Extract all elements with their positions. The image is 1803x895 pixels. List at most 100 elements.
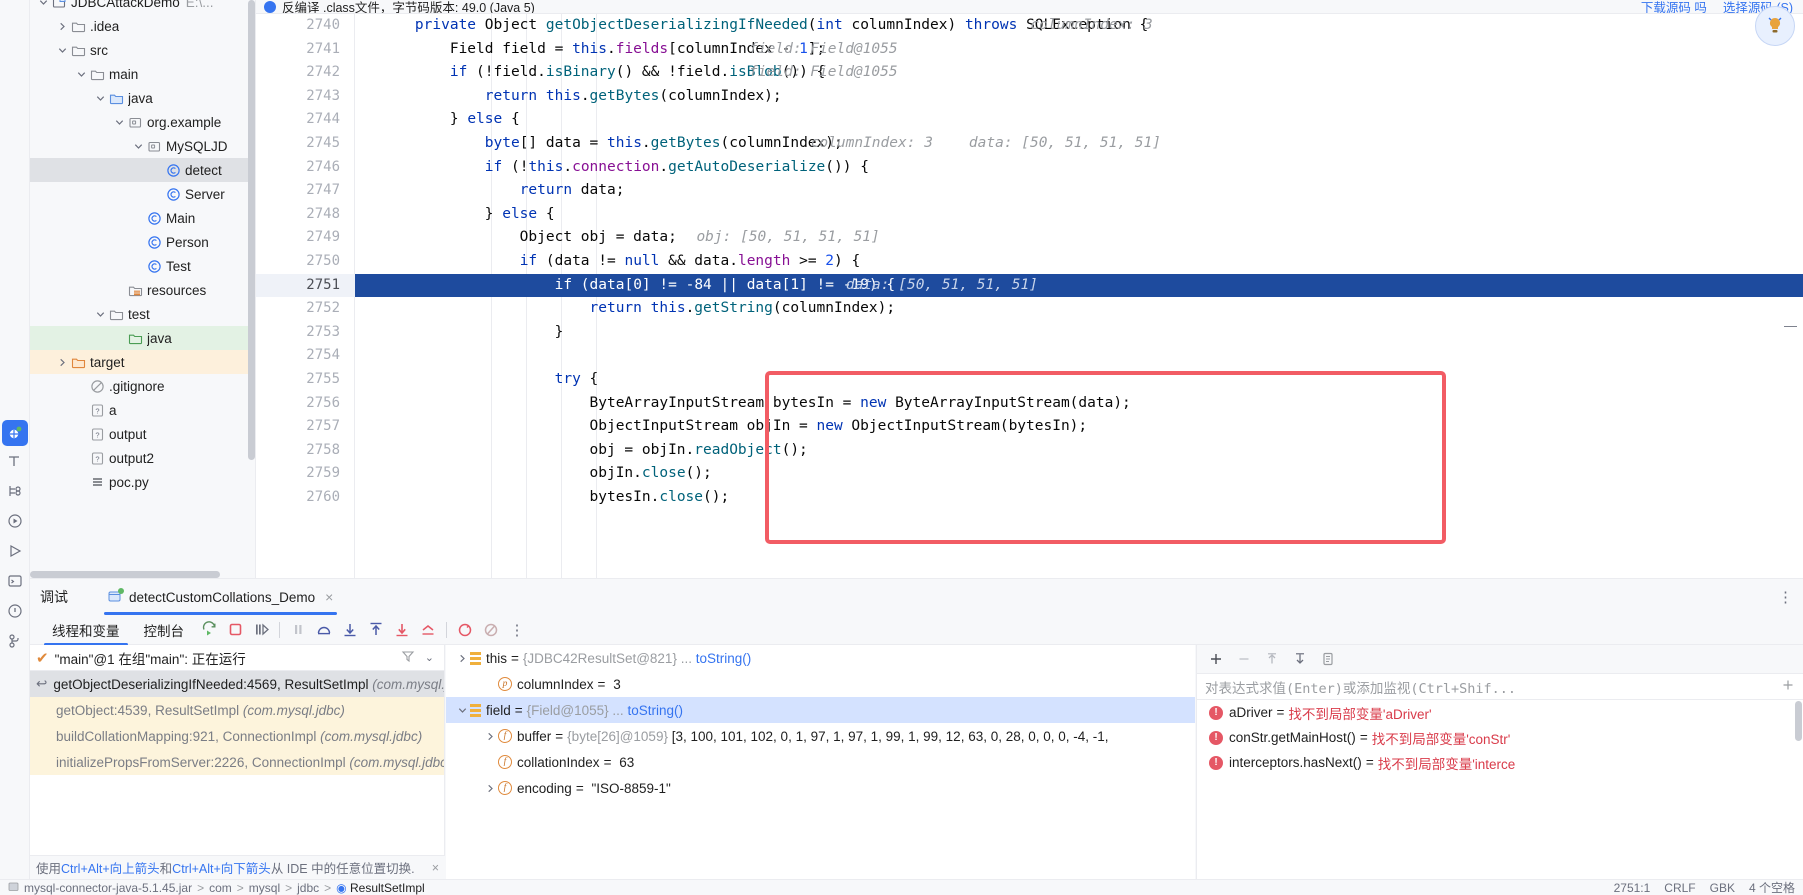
chevron-down-icon[interactable]: [36, 0, 50, 7]
code-line-2749[interactable]: 2749 Object obj = data; obj: [50, 51, 51,…: [256, 226, 1803, 250]
status-item[interactable]: 2751:1: [1614, 881, 1651, 895]
code-content[interactable]: 2740 private Object getObjectDeserializi…: [256, 14, 1803, 578]
tree-item-output[interactable]: ? output: [30, 422, 255, 446]
step-over-button[interactable]: [311, 617, 337, 643]
code-line-2760[interactable]: 2760 bytesIn.close();: [256, 486, 1803, 510]
rerun-button[interactable]: [196, 617, 222, 643]
chevron-down-icon[interactable]: ⌄: [425, 651, 434, 664]
frames-pane[interactable]: ✔ "main"@1 在组"main": 正在运行 ⌄ ↩ getObjectDe…: [30, 645, 445, 879]
tree-item-java[interactable]: java: [30, 326, 255, 350]
status-item[interactable]: 4 个空格: [1749, 879, 1795, 895]
chevron-right-icon[interactable]: [454, 654, 470, 663]
tree-item-jdbcattackdemo[interactable]: JDBCAttackDemo E:\...: [30, 0, 255, 14]
code-line-2742[interactable]: 2742 if (!field.isBinary() && !field.isB…: [256, 61, 1803, 85]
breadcrumb-segment[interactable]: mysql-connector-java-5.1.45.jar: [24, 881, 192, 895]
breadcrumb-segment[interactable]: jdbc: [297, 881, 319, 895]
status-item[interactable]: CRLF: [1664, 881, 1695, 895]
tree-item-java[interactable]: java: [30, 86, 255, 110]
code-line-2748[interactable]: 2748 } else {: [256, 203, 1803, 227]
copy-watch-button[interactable]: [1315, 646, 1341, 672]
chevron-right-icon[interactable]: [55, 22, 69, 31]
chevron-right-icon[interactable]: [482, 784, 498, 793]
stop-button[interactable]: [222, 617, 248, 643]
project-tree-hscrollbar[interactable]: [30, 571, 220, 578]
watch-row[interactable]: ! conStr.getMainHost() = 找不到局部变量'conStr': [1197, 725, 1803, 750]
chevron-right-icon[interactable]: [482, 732, 498, 741]
add-expression-icon[interactable]: [1781, 678, 1795, 696]
code-line-2755[interactable]: 2755 try {: [256, 368, 1803, 392]
variable-tostring-link[interactable]: toString(): [692, 651, 752, 666]
tree-item-a[interactable]: ? a: [30, 398, 255, 422]
watch-row[interactable]: ! interceptors.hasNext() = 找不到局部变量'interce: [1197, 750, 1803, 775]
remove-watch-button[interactable]: [1231, 646, 1257, 672]
git-icon[interactable]: [0, 626, 30, 656]
variable-tostring-link[interactable]: toString(): [624, 703, 683, 718]
resume-button[interactable]: [248, 617, 274, 643]
watch-row[interactable]: ! aDriver = 找不到局部变量'aDriver': [1197, 700, 1803, 725]
tab-console[interactable]: 控制台: [132, 615, 197, 645]
run-to-cursor-button[interactable]: [415, 617, 441, 643]
build-icon[interactable]: [0, 446, 30, 476]
chevron-right-icon[interactable]: [55, 358, 69, 367]
run-icon[interactable]: [0, 506, 30, 536]
tree-item-main[interactable]: main: [30, 62, 255, 86]
add-watch-button[interactable]: [1203, 646, 1229, 672]
debug-session-tab[interactable]: detectCustomCollations_Demo ×: [98, 579, 343, 615]
play-icon[interactable]: [0, 536, 30, 566]
code-line-2758[interactable]: 2758 obj = objIn.readObject();: [256, 439, 1803, 463]
tree-item-server[interactable]: Server: [30, 182, 255, 206]
code-line-2754[interactable]: 2754: [256, 344, 1803, 368]
variables-pane[interactable]: this = {JDBC42ResultSet@821} ... toString(…: [446, 645, 1195, 879]
mute-breakpoints-button[interactable]: [478, 617, 504, 643]
tree-item-detect[interactable]: detect: [30, 158, 255, 182]
close-icon[interactable]: ×: [325, 589, 333, 605]
code-editor[interactable]: 反编译 .class文件，字节码版本: 49.0 (Java 5) 下载源码 吗…: [256, 0, 1803, 578]
structure-icon[interactable]: [0, 476, 30, 506]
download-sources-link[interactable]: 下载源码 吗: [1641, 0, 1707, 13]
tree-item-output2[interactable]: ? output2: [30, 446, 255, 470]
tree-item-resources[interactable]: resources: [30, 278, 255, 302]
close-hint-icon[interactable]: ×: [432, 861, 439, 875]
filter-icon[interactable]: [401, 649, 415, 666]
tree-item-test[interactable]: Test: [30, 254, 255, 278]
code-line-2752[interactable]: 2752 return this.getString(columnIndex);: [256, 297, 1803, 321]
code-line-2757[interactable]: 2757 ObjectInputStream objIn = new Objec…: [256, 415, 1803, 439]
move-watch-down-button[interactable]: [1287, 646, 1313, 672]
variable-row[interactable]: f buffer = {byte[26]@1059} [3, 100, 101, 10…: [446, 723, 1195, 749]
tree-item-orgexample[interactable]: org.example: [30, 110, 255, 134]
project-tree-scrollbar[interactable]: [248, 0, 255, 460]
chevron-down-icon[interactable]: [131, 142, 145, 151]
stack-frame-row[interactable]: ↩ getObjectDeserializingIfNeeded:4569, Re…: [30, 671, 444, 697]
chevron-down-icon[interactable]: [74, 70, 88, 79]
chevron-down-icon[interactable]: [454, 706, 470, 715]
project-tree-panel[interactable]: JDBCAttackDemo E:\... .idea src main java org.…: [30, 0, 256, 578]
variable-row[interactable]: this = {JDBC42ResultSet@821} ... toString(…: [446, 645, 1195, 671]
variable-row[interactable]: f collationIndex = 63: [446, 749, 1195, 775]
tree-item-mysqljd[interactable]: MySQLJD: [30, 134, 255, 158]
tree-item-gitignore[interactable]: .gitignore: [30, 374, 255, 398]
code-line-2753[interactable]: 2753 }: [256, 321, 1803, 345]
tree-item-target[interactable]: target: [30, 350, 255, 374]
step-out-button[interactable]: [363, 617, 389, 643]
code-line-2746[interactable]: 2746 if (!this.connection.getAutoDeseria…: [256, 156, 1803, 180]
stack-frame-row[interactable]: initializePropsFromServer:2226, Connecti…: [30, 749, 444, 775]
code-line-2756[interactable]: 2756 ByteArrayInputStream bytesIn = new …: [256, 392, 1803, 416]
tree-item-src[interactable]: src: [30, 38, 255, 62]
status-item[interactable]: GBK: [1710, 881, 1735, 895]
variable-row[interactable]: f encoding = "ISO-8859-1": [446, 775, 1195, 801]
debug-icon[interactable]: [2, 420, 28, 446]
stack-frame-row[interactable]: getObject:4539, ResultSetImpl (com.mysql…: [30, 697, 444, 723]
watches-scrollbar[interactable]: [1795, 701, 1802, 741]
terminal-icon[interactable]: [0, 566, 30, 596]
code-line-2744[interactable]: 2744 } else {: [256, 108, 1803, 132]
thread-selector[interactable]: ✔ "main"@1 在组"main": 正在运行 ⌄: [30, 645, 444, 671]
status-breadcrumb[interactable]: mysql-connector-java-5.1.45.jar > com > mysq…: [24, 881, 425, 895]
watches-pane[interactable]: 对表达式求值(Enter)或添加监视(Ctrl+Shif... ! aDriver…: [1196, 645, 1803, 879]
more-options-button[interactable]: ⋮: [504, 617, 530, 643]
step-into-button[interactable]: [337, 617, 363, 643]
pause-button[interactable]: [285, 617, 311, 643]
tab-threads-and-variables[interactable]: 线程和变量: [40, 615, 132, 646]
watch-expression-input[interactable]: 对表达式求值(Enter)或添加监视(Ctrl+Shif...: [1197, 673, 1803, 700]
code-line-2751[interactable]: 2751 if (data[0] != -84 || data[1] != -1…: [256, 273, 1803, 298]
code-line-2740[interactable]: 2740 private Object getObjectDeserializi…: [256, 14, 1803, 38]
